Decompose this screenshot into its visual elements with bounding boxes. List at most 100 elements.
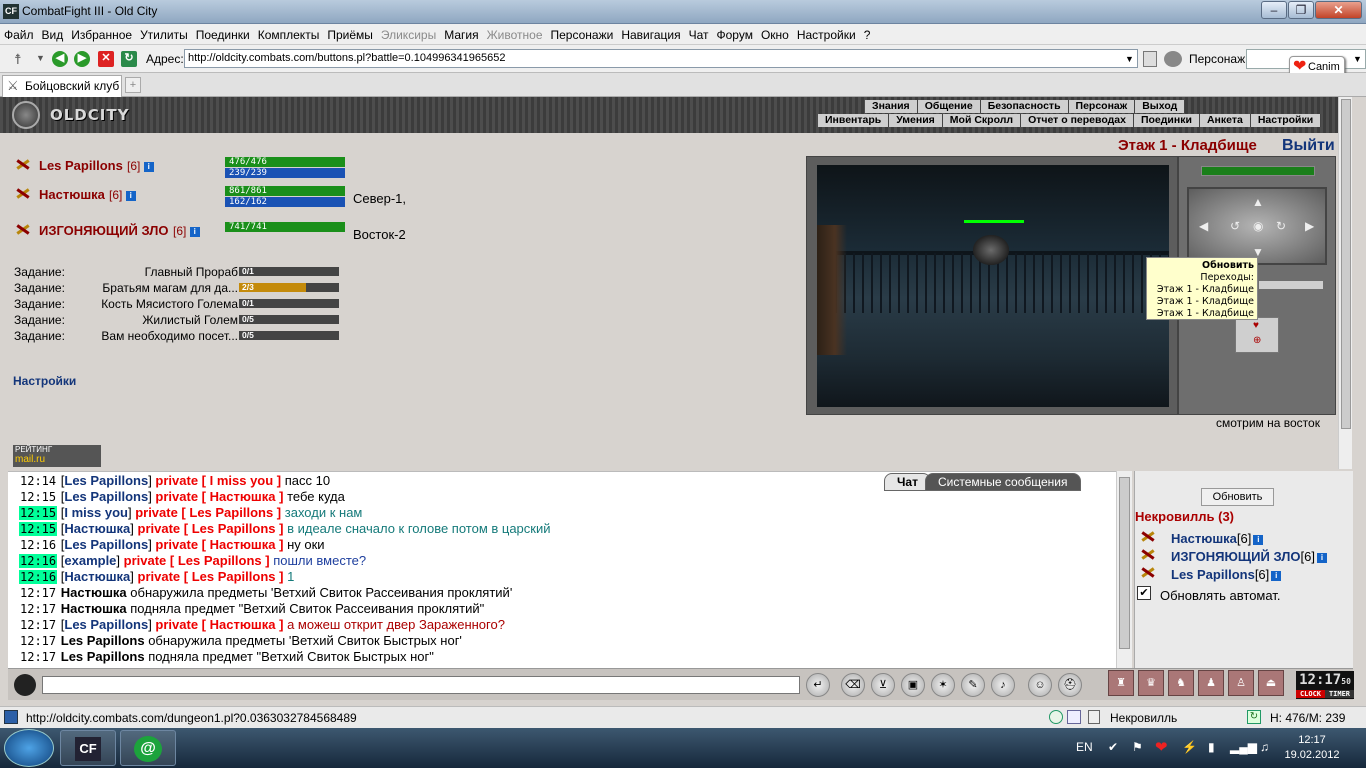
log-icon[interactable]: ▣ <box>901 673 925 697</box>
player-row[interactable]: Les Papillons [6] i 476/476 239/239 <box>14 157 804 181</box>
signal-icon[interactable]: ▂▄▆ <box>1230 740 1257 754</box>
menu-item[interactable]: Чат <box>685 24 713 42</box>
chat-input[interactable] <box>42 676 800 694</box>
system-clock[interactable]: 12:17 19.02.2012 <box>1284 733 1340 763</box>
chat-private-to[interactable]: private [ I miss you ] <box>155 473 281 488</box>
chat-private-to[interactable]: private [ Настюшка ] <box>155 489 283 504</box>
info-icon[interactable]: i <box>143 162 154 172</box>
menu-item[interactable]: Поединки <box>192 24 254 42</box>
attack-swords-icon[interactable] <box>14 157 34 171</box>
taskbar-app-combatfight[interactable]: CF <box>60 730 116 766</box>
chat-private-to[interactable]: private [ Les Papillons ] <box>124 553 270 568</box>
exit-marker-icon[interactable]: ⊕ <box>1253 335 1261 346</box>
dungeon-scene[interactable] <box>817 165 1169 407</box>
chat-timestamp[interactable]: 12:17 <box>19 618 57 632</box>
menu-item[interactable]: Избранное <box>67 24 136 42</box>
menu-item[interactable]: Файл <box>0 24 38 42</box>
walking-icon[interactable]: ✶ <box>931 673 955 697</box>
chat-line[interactable]: 12:17 Les Papillons обнаружила предметы … <box>19 633 462 649</box>
chat-line[interactable]: 12:17 Настюшка подняла предмет "Ветхий С… <box>19 601 484 617</box>
chat-scroll-thumb[interactable] <box>1119 477 1130 649</box>
chat-line[interactable]: 12:16 [Настюшка] private [ Les Papillons… <box>19 569 294 585</box>
location-player[interactable]: ИЗГОНЯЮЩИЙ ЗЛО[6] i <box>1139 547 1328 564</box>
chat-timestamp[interactable]: 12:17 <box>19 586 57 600</box>
menu-item[interactable]: Вид <box>38 24 68 42</box>
task-name[interactable]: Вам необходимо посет... <box>101 329 238 343</box>
player-row[interactable]: ИЗГОНЯЮЩИЙ ЗЛО [6] i 741/741 Восток-2 <box>14 222 804 246</box>
task-name[interactable]: Кость Мясистого Голема <box>101 297 238 311</box>
menu-item[interactable]: Приёмы <box>323 24 377 42</box>
list-icon[interactable] <box>1067 710 1081 724</box>
chat-line[interactable]: 12:15 [Настюшка] private [ Les Papillons… <box>19 521 551 537</box>
chat-timestamp[interactable]: 12:16 <box>19 554 58 568</box>
menu-item[interactable]: Утилиты <box>136 24 192 42</box>
tab-chat[interactable]: Чат <box>884 473 931 491</box>
location-player-name[interactable]: ИЗГОНЯЮЩИЙ ЗЛО <box>1171 549 1301 564</box>
chat-timestamp[interactable]: 12:16 <box>19 538 57 552</box>
group-icon[interactable]: ♟ <box>1198 670 1224 696</box>
stop-icon[interactable]: ✕ <box>98 51 114 67</box>
chat-line[interactable]: 12:16 [example] private [ Les Papillons … <box>19 553 366 569</box>
chat-line[interactable]: 12:17 [Les Papillons] private [ Настюшка… <box>19 617 505 633</box>
player-row[interactable]: Настюшка [6] i 861/861 162/162 Север-1, <box>14 186 804 210</box>
info-icon[interactable]: i <box>189 227 200 237</box>
chat-timestamp[interactable]: 12:16 <box>19 570 58 584</box>
refresh-button[interactable]: Обновить <box>1201 488 1274 506</box>
settings-link[interactable]: Настройки <box>13 374 76 388</box>
menu-item[interactable]: Настройки <box>793 24 860 42</box>
start-button[interactable] <box>4 729 54 767</box>
location-player[interactable]: Настюшка[6] i <box>1139 529 1264 546</box>
rating-banner[interactable]: РЕЙТИНГ mail.ru <box>13 445 101 467</box>
chat-timestamp[interactable]: 12:17 <box>19 650 57 664</box>
chat-line[interactable]: 12:17 Настюшка обнаружила предметы 'Ветх… <box>19 585 512 601</box>
sub-nav-link[interactable]: Инвентарь <box>818 114 890 127</box>
chat-sender[interactable]: Les Papillons <box>64 537 148 552</box>
top-nav-link[interactable]: Персонаж <box>1069 100 1136 113</box>
tray-app-icon[interactable]: ✔ <box>1108 740 1118 754</box>
chat-timestamp[interactable]: 12:15 <box>19 522 58 536</box>
menu-item[interactable]: Животное <box>483 24 547 42</box>
chat-private-to[interactable]: private [ Les Papillons ] <box>138 521 284 536</box>
scroll-thumb[interactable] <box>1341 99 1351 429</box>
task-name[interactable]: Жилистый Голем <box>142 313 238 327</box>
menu-item[interactable]: Форум <box>713 24 757 42</box>
chat-sender[interactable]: I miss you <box>64 505 128 520</box>
menu-item[interactable]: Окно <box>757 24 793 42</box>
turn-right-icon[interactable]: ↻ <box>1276 219 1286 233</box>
tray-heart-icon[interactable]: ❤ <box>1155 738 1168 756</box>
flag-icon[interactable]: ⚑ <box>1132 740 1143 754</box>
chat-sender[interactable]: example <box>64 553 116 568</box>
chat-scrollbar[interactable] <box>1116 471 1132 668</box>
menu-item[interactable]: ? <box>860 24 875 42</box>
bluetooth-icon[interactable]: ⚡ <box>1182 740 1197 754</box>
sub-nav-link[interactable]: Настройки <box>1251 114 1322 127</box>
chat-sender[interactable]: Les Papillons <box>64 617 148 632</box>
player-name[interactable]: ИЗГОНЯЮЩИЙ ЗЛО <box>39 223 169 238</box>
chat-private-to[interactable]: private [ Настюшка ] <box>155 537 283 552</box>
location-player[interactable]: Les Papillons[6] i <box>1139 565 1282 582</box>
tab-fight-club[interactable]: ⚔ Бойцовский клуб <box>2 75 122 97</box>
arrow-right-icon[interactable]: ▶ <box>1305 219 1314 233</box>
top-nav-link[interactable]: Общение <box>918 100 981 113</box>
sub-nav-link[interactable]: Поединки <box>1134 114 1200 127</box>
refresh-icon[interactable]: ↻ <box>121 51 137 67</box>
sound-icon[interactable]: ♪ <box>991 673 1015 697</box>
volume-icon[interactable]: ♫ <box>1260 740 1269 754</box>
forward-icon[interactable]: ▶ <box>74 51 90 67</box>
shield-icon[interactable]: ♛ <box>1138 670 1164 696</box>
chat-sender[interactable]: Les Papillons <box>64 473 148 488</box>
exit-icon[interactable]: ⏏ <box>1258 670 1284 696</box>
player-name[interactable]: Настюшка <box>39 187 105 202</box>
attack-swords-icon[interactable] <box>1139 529 1159 543</box>
sub-nav-link[interactable]: Мой Скролл <box>943 114 1022 127</box>
chat-line[interactable]: 12:15 [I miss you] private [ Les Papillo… <box>19 505 362 521</box>
bag-icon[interactable]: ♜ <box>1108 670 1134 696</box>
pin-icon[interactable]: ☨ <box>14 51 28 67</box>
menu-item[interactable]: Эликсиры <box>377 24 440 42</box>
main-scrollbar[interactable] <box>1338 97 1352 469</box>
location-player-name[interactable]: Настюшка <box>1171 531 1237 546</box>
top-nav-link[interactable]: Безопасность <box>981 100 1069 113</box>
smiley-icon[interactable]: ☺ <box>1028 673 1052 697</box>
chat-timestamp[interactable]: 12:15 <box>19 506 58 520</box>
close-button[interactable]: ✕ <box>1315 1 1362 19</box>
